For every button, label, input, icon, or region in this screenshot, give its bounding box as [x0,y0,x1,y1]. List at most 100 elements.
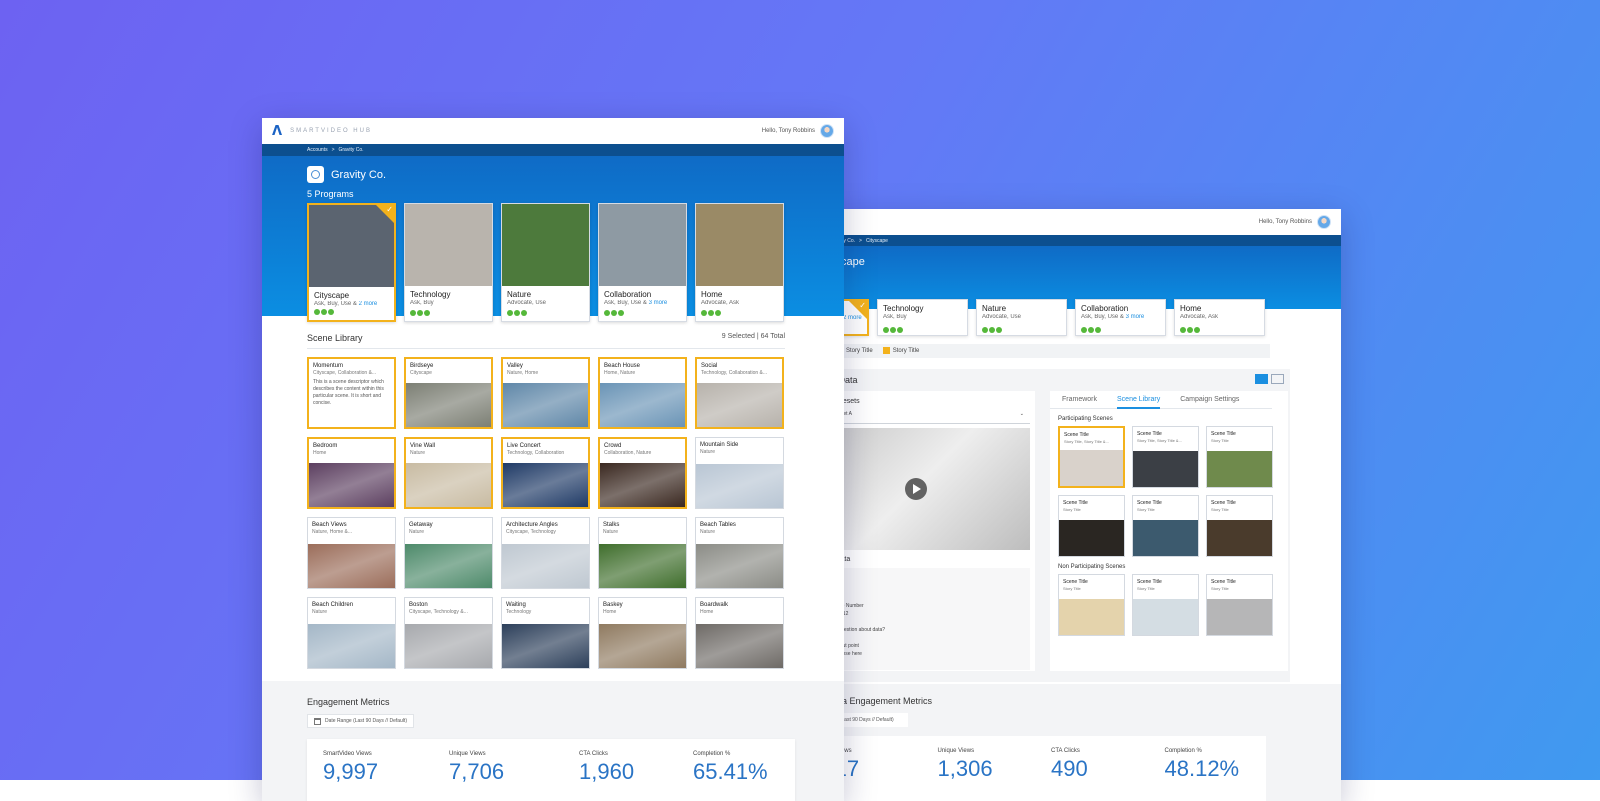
metric-cta-clicks: CTA Clicks 1,960 [563,739,677,801]
program-more-link[interactable]: 3 more [649,300,668,306]
scene-title: Scene Title [1211,500,1236,506]
logo[interactable]: Λ SMARTVIDEO HUB [272,124,372,139]
program-tag-list: Advocate, Ask [1180,314,1219,320]
scene-tags: Technology, Collaboration &... [701,370,768,376]
detail-user-menu[interactable]: Hello, Tony Robbins [1259,215,1331,229]
program-name: Nature [507,290,532,299]
breadcrumb-org[interactable]: Gravity Co. [339,147,364,153]
scene-card[interactable]: Scene Title Story Title [1206,426,1273,488]
tab-campaign-settings[interactable]: Campaign Settings [1180,396,1239,408]
scene-card[interactable]: Mountain Side Nature [695,437,784,509]
tab-framework[interactable]: Framework [1062,396,1097,408]
scene-card[interactable]: Scene Title Story Title, Story Title &... [1132,426,1199,488]
detail-program-card[interactable]: Technology Ask, Buy [877,299,968,336]
video-player[interactable] [830,428,1030,550]
detail-program-card[interactable]: Home Advocate, Ask [1174,299,1265,336]
count-separator: | [756,333,759,340]
program-more-link[interactable]: 3 more [1126,314,1145,320]
avatar[interactable] [1317,215,1331,229]
breadcrumb: Accounts > Gravity Co. [262,144,844,156]
scene-thumbnail [696,464,783,508]
preset-select[interactable]: - Preset A ⌄ [830,411,1030,424]
scene-thumbnail [1207,451,1272,487]
top-bar: Λ SMARTVIDEO HUB Hello, Tony Robbins [262,118,844,144]
scene-card[interactable]: Birdseye Cityscape [404,357,493,429]
program-card[interactable]: Nature Advocate, Use [501,203,590,322]
detail-program-card[interactable]: Collaboration Ask, Buy, Use & 3 more [1075,299,1166,336]
scene-card[interactable]: Stalks Nature [598,517,687,589]
scene-tags: Technology [506,609,532,615]
program-card[interactable]: Collaboration Ask, Buy, Use & 3 more [598,203,687,322]
detail-program-card[interactable]: Nature Advocate, Use [976,299,1067,336]
scene-title: Scene Title [1137,500,1162,506]
metric-value: 490 [1051,756,1088,781]
scene-story: Story Title [1137,586,1155,591]
date-range-selector[interactable]: Date Range (Last 90 Days // Default) [307,714,414,728]
list-view-icon[interactable] [1271,374,1284,384]
scene-card[interactable]: Boardwalk Home [695,597,784,669]
scene-thumbnail [1133,520,1198,556]
scene-card[interactable]: Beach Tables Nature [695,517,784,589]
participating-scenes-grid: Scene Title Story Title, Story Title &...… [1050,426,1288,557]
scene-card[interactable]: Scene Title Story Title [1206,574,1273,636]
scene-card[interactable]: Waiting Technology [501,597,590,669]
metric-smartvideo-views: SmartVideo Views 9,997 [307,739,433,801]
play-icon[interactable] [905,478,927,500]
avatar[interactable] [820,124,834,138]
scene-card[interactable]: Architecture Angles Cityscape, Technology [501,517,590,589]
data-line [830,594,1030,602]
scene-card[interactable]: Getaway Nature [404,517,493,589]
scene-card[interactable]: Crowd Collaboration, Nature [598,437,687,509]
scene-card[interactable]: Baskey Home [598,597,687,669]
metric-completion-: Completion % 48.12% [1153,736,1267,801]
scene-card[interactable]: Scene Title Story Title, Story Title &... [1058,426,1125,488]
scene-title: Mountain Side [700,442,739,448]
detail-metrics-title: edia Engagement Metrics [830,696,933,706]
breadcrumb-accounts[interactable]: Accounts [307,147,328,153]
program-card[interactable]: Cityscape Ask, Buy, Use & 2 more ✓ [307,203,396,322]
scene-card[interactable]: Live Concert Technology, Collaboration [501,437,590,509]
view-data-box: amelith Phone Number34-9212 om question ab… [830,568,1030,670]
user-menu[interactable]: Hello, Tony Robbins [762,124,834,138]
tab-scene-library[interactable]: Scene Library [1117,396,1161,409]
grid-view-icon[interactable] [1255,374,1268,384]
detail-metrics-card: deo Views 117 Unique Views 1,306 CTA Clicks 4… [830,736,1266,801]
scene-card[interactable]: Valley Nature, Home [501,357,590,429]
scene-card[interactable]: Scene Title Story Title [1132,574,1199,636]
scene-card[interactable]: Momentum Cityscape, Collaboration &... Thi… [307,357,396,429]
program-more-link[interactable]: 2 more [359,301,378,307]
video-presets-column: o Presets - Preset A ⌄ v Data amelithPho… [830,391,1035,671]
status-dots [507,310,527,316]
scene-tags: Home [700,609,714,615]
scene-card[interactable]: Boston Cityscape, Technology &... [404,597,493,669]
program-cards: Cityscape Ask, Buy, Use & 2 more ✓ Technolo… [307,203,784,322]
scene-card[interactable]: Bedroom Home [307,437,396,509]
scene-card[interactable]: Beach House Home, Nature [598,357,687,429]
scene-card[interactable]: Scene Title Story Title [1058,574,1125,636]
scene-tags: Nature [700,449,716,455]
metric-label: Completion % [693,751,731,757]
metric-value: 48.12% [1164,756,1240,781]
scene-title: Beach Children [312,602,354,608]
scene-card[interactable]: Scene Title Story Title [1058,495,1125,557]
scene-card[interactable]: Beach Views Nature, Home &... [307,517,396,589]
scene-thumbnail [308,544,395,588]
scene-library-header: Scene Library 9 Selected | 64 Total [307,333,785,349]
scene-card[interactable]: Scene Title Story Title [1132,495,1199,557]
program-card[interactable]: Technology Ask, Buy [404,203,493,322]
program-card[interactable]: Home Advocate, Ask [695,203,784,322]
story-checkbox-2[interactable]: Story Title [882,347,920,355]
scene-story: Story Title, Story Title &... [1064,439,1109,444]
scene-card[interactable]: Social Technology, Collaboration &... [695,357,784,429]
scene-card[interactable]: Vine Wall Nature [404,437,493,509]
breadcrumb-program[interactable]: Cityscape [866,238,888,244]
program-thumbnail [696,204,783,286]
scene-card[interactable]: Beach Children Nature [307,597,396,669]
program-name: Nature [982,304,1007,313]
scene-card[interactable]: Scene Title Story Title [1206,495,1273,557]
status-dots [1081,327,1101,333]
scene-title: Scene Title [1137,431,1162,437]
story-label: Story Title [892,348,920,355]
detail-top-bar: B Hello, Tony Robbins [830,209,1341,235]
scene-tags: Cityscape, Technology &... [409,609,468,615]
